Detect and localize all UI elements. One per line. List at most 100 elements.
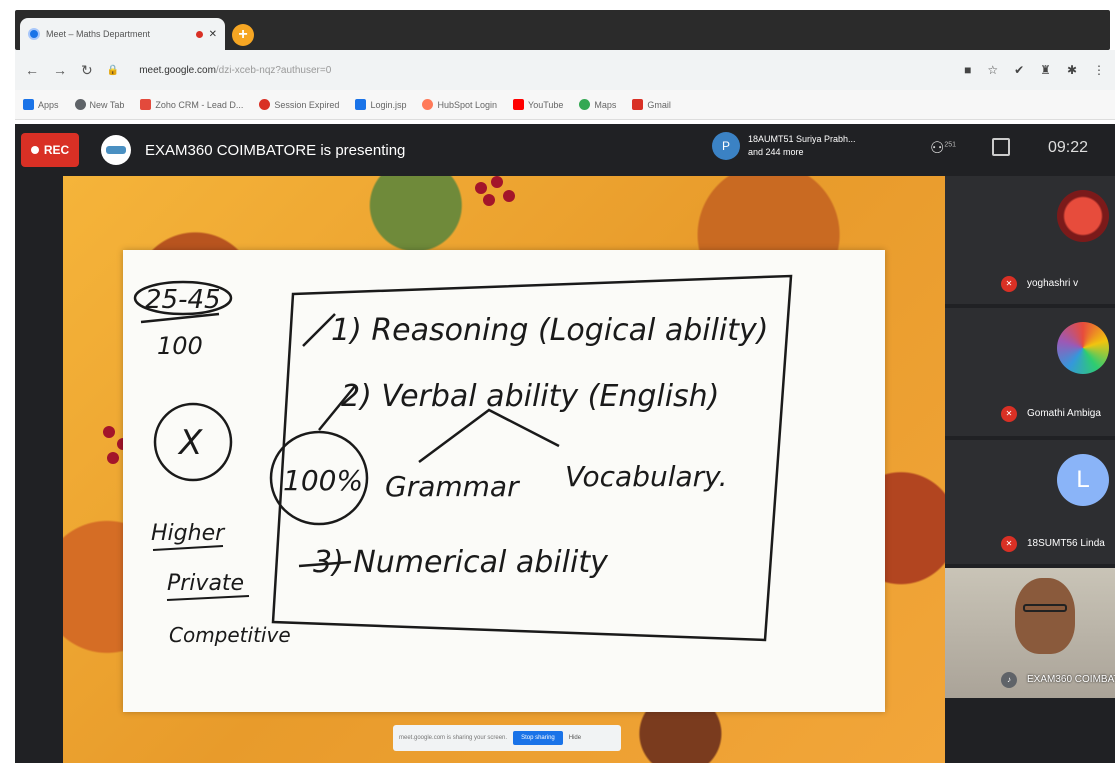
presenter-logo-icon xyxy=(106,146,126,154)
circled-mark-text: X xyxy=(177,423,203,463)
bookmark-label: Maps xyxy=(594,99,617,110)
meeting-clock: 09:22 xyxy=(1048,139,1089,156)
participant-more: and 244 more xyxy=(748,147,804,157)
bookmark-label: Login.jsp xyxy=(370,99,407,110)
participant-name: 18AUMT51 Suriya Prabh... xyxy=(748,134,856,144)
participant-name: yoghashri v xyxy=(1027,278,1079,289)
bookmark-label: Zoho CRM - Lead D... xyxy=(155,99,244,110)
whiteboard: 25-45 100 X Higher Private Competitive 1… xyxy=(123,250,885,712)
presentation-stage: 25-45 100 X Higher Private Competitive 1… xyxy=(15,176,945,763)
participant-tile-yoghashri[interactable]: ✕ yoghashri v xyxy=(945,176,1115,304)
chat-icon[interactable] xyxy=(992,138,1010,156)
session-icon xyxy=(259,99,271,110)
star-icon[interactable]: ☆ xyxy=(987,63,998,77)
screen-share-bar: meet.google.com is sharing your screen. … xyxy=(393,725,621,751)
hubspot-icon xyxy=(422,99,434,110)
globe-icon xyxy=(74,99,86,110)
underline xyxy=(152,545,224,551)
lock-icon: 🔒 xyxy=(106,64,120,76)
side-word-higher: Higher xyxy=(151,521,226,546)
menu-icon[interactable]: ⋮ xyxy=(1093,63,1105,77)
puzzle-icon[interactable]: ✱ xyxy=(1067,63,1077,77)
hide-share-bar-button[interactable]: Hide xyxy=(569,735,581,741)
item-verbal: 2) Verbal ability (English) xyxy=(341,379,719,414)
bookmark-youtube[interactable]: YouTube xyxy=(513,99,563,110)
fraction-bottom: 100 xyxy=(157,332,203,360)
share-bar-text: meet.google.com is sharing your screen. xyxy=(399,735,508,741)
browser-tab-meet[interactable]: Meet – Maths Department ✕ xyxy=(20,18,225,50)
lock-extension-icon[interactable]: ♜ xyxy=(1040,63,1051,77)
camera-icon[interactable]: ■ xyxy=(964,63,971,77)
bookmark-apps[interactable]: Apps xyxy=(23,99,59,110)
bookmark-label: HubSpot Login xyxy=(437,99,498,110)
bookmark-gmail[interactable]: Gmail xyxy=(632,99,671,110)
bookmark-label: Apps xyxy=(38,99,59,110)
presenting-text: EXAM360 COIMBATORE is presenting xyxy=(145,141,406,159)
login-icon xyxy=(355,99,367,110)
participant-avatar: L xyxy=(1057,454,1109,506)
berry-decoration xyxy=(103,426,115,438)
bookmarks-bar: Apps New Tab Zoho CRM - Lead D... Sessio… xyxy=(15,90,1115,120)
address-bar: ← → ↻ 🔒 meet.google.com/dzi-xceb-nqz?aut… xyxy=(15,50,1115,90)
people-icon[interactable]: ⚇251 xyxy=(930,138,956,158)
bookmark-label: New Tab xyxy=(89,99,125,110)
participant-name: 18SUMT56 Linda xyxy=(1027,538,1105,549)
berry-decoration xyxy=(503,190,515,202)
participant-tile-exam360[interactable]: ♪ EXAM360 COIMBATORE xyxy=(945,568,1115,698)
participant-tile-linda[interactable]: L ✕ 18SUMT56 Linda xyxy=(945,440,1115,564)
forward-icon[interactable]: → xyxy=(53,62,67,78)
new-tab-button[interactable]: + xyxy=(232,24,254,46)
recording-label: REC xyxy=(43,143,70,157)
branch-lines xyxy=(418,408,560,464)
bookmark-login[interactable]: Login.jsp xyxy=(355,99,406,110)
item-numerical: 3) Numerical ability xyxy=(313,545,609,580)
berry-decoration xyxy=(107,452,119,464)
bookmark-label: Session Expired xyxy=(274,99,340,110)
url-field[interactable]: meet.google.com/dzi-xceb-nqz?authuser=0 xyxy=(139,65,331,76)
side-word-competitive: Competitive xyxy=(169,623,291,647)
mic-muted-icon: ✕ xyxy=(1001,406,1017,422)
underline xyxy=(166,595,250,601)
bookmark-maps[interactable]: Maps xyxy=(579,99,616,110)
gmail-icon xyxy=(632,99,644,110)
berry-decoration xyxy=(491,176,503,188)
youtube-icon xyxy=(513,99,525,110)
check-extension-icon[interactable]: ✔ xyxy=(1014,63,1024,77)
bookmark-label: Gmail xyxy=(647,99,671,110)
bookmark-session[interactable]: Session Expired xyxy=(259,99,339,110)
participant-video xyxy=(1015,578,1075,654)
extension-icons: ■ ☆ ✔ ♜ ✱ ⋮ xyxy=(964,63,1105,77)
participants-summary[interactable]: P 18AUMT51 Suriya Prabh... and 244 more xyxy=(712,132,856,160)
bookmark-hubspot[interactable]: HubSpot Login xyxy=(422,99,497,110)
side-word-private: Private xyxy=(167,571,244,596)
participant-name: Gomathi Ambiga xyxy=(1027,408,1101,419)
glasses-shape xyxy=(1023,604,1067,612)
maps-icon xyxy=(579,99,591,110)
stop-sharing-button[interactable]: Stop sharing xyxy=(513,731,563,745)
participant-avatar xyxy=(1057,190,1109,242)
apps-grid-icon xyxy=(23,99,34,110)
participant-name: EXAM360 COIMBATORE xyxy=(1027,674,1115,685)
bookmark-zoho[interactable]: Zoho CRM - Lead D... xyxy=(140,99,243,110)
reload-icon[interactable]: ↻ xyxy=(81,62,93,79)
url-path: /dzi-xceb-nqz?authuser=0 xyxy=(215,64,332,76)
participant-avatar: P xyxy=(712,132,740,160)
sub-grammar: Grammar xyxy=(385,470,520,503)
mic-active-icon: ♪ xyxy=(1001,672,1017,688)
tab-title: Meet – Maths Department xyxy=(46,29,151,39)
whiteboard-drawing: 25-45 100 X Higher Private Competitive 1… xyxy=(133,274,793,647)
mic-muted-icon: ✕ xyxy=(1001,536,1017,552)
recording-button[interactable]: REC xyxy=(21,133,79,167)
mic-muted-icon: ✕ xyxy=(1001,276,1017,292)
recording-indicator-icon xyxy=(195,30,203,38)
presenter-avatar xyxy=(101,135,131,165)
bookmark-new-tab[interactable]: New Tab xyxy=(74,99,125,110)
participant-tile-gomathi[interactable]: ✕ Gomathi Ambiga xyxy=(945,308,1115,436)
participant-sidebar: ✕ yoghashri v ✕ Gomathi Ambiga L ✕ 18SUM… xyxy=(945,176,1115,763)
tab-close-icon[interactable]: ✕ xyxy=(209,29,217,40)
participant-avatar xyxy=(1057,322,1109,374)
browser-tabbar: Meet – Maths Department ✕ + xyxy=(0,0,1115,50)
fraction-top: 25-45 xyxy=(145,285,221,315)
back-icon[interactable]: ← xyxy=(25,62,39,78)
people-count: 251 xyxy=(944,141,957,149)
